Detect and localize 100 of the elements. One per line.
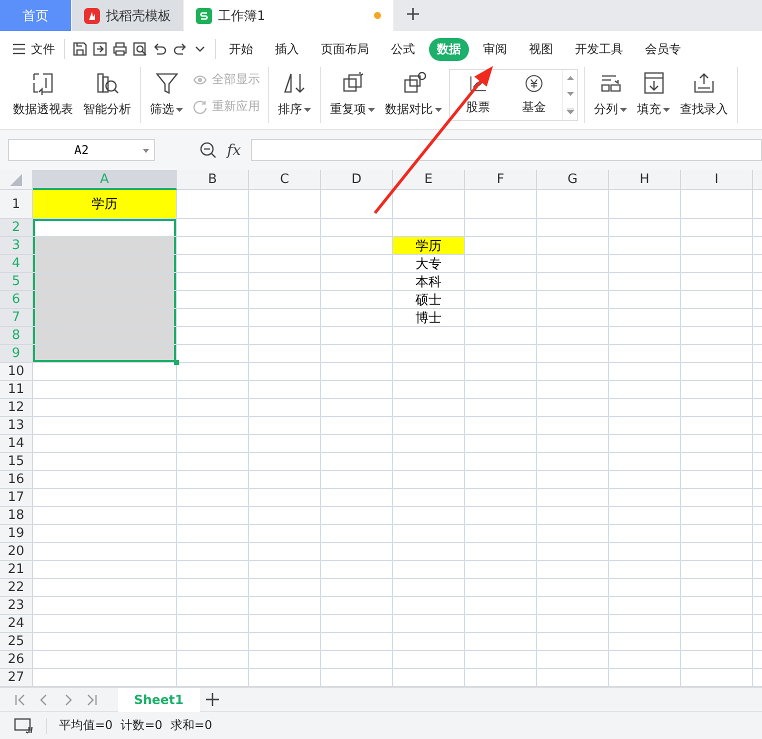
table-cell[interactable] [537,543,609,561]
table-cell[interactable] [681,309,753,327]
ribbon-tab[interactable]: 公式 [383,38,423,60]
table-cell[interactable]: 大专 [393,255,465,273]
table-cell[interactable] [609,327,681,345]
table-cell[interactable] [537,345,609,363]
table-cell[interactable] [177,561,249,579]
table-cell[interactable] [249,435,321,453]
table-cell[interactable] [609,633,681,651]
table-cell[interactable] [33,381,177,399]
table-cell[interactable] [249,255,321,273]
table-cell[interactable] [33,453,177,471]
table-cell[interactable] [321,309,393,327]
column-header[interactable]: D [321,170,393,190]
table-cell[interactable] [177,291,249,309]
table-cell[interactable] [33,579,177,597]
table-cell[interactable] [249,291,321,309]
table-cell[interactable] [681,273,753,291]
table-cell[interactable] [681,507,753,525]
table-cell[interactable] [177,525,249,543]
table-cell[interactable] [33,255,177,273]
table-cell[interactable] [393,190,465,219]
table-cell[interactable] [321,345,393,363]
ribbon-tab[interactable]: 审阅 [475,38,515,60]
table-cell[interactable] [537,597,609,615]
name-box[interactable]: A2 [8,139,155,161]
table-cell[interactable] [321,363,393,381]
table-cell[interactable] [537,399,609,417]
table-cell[interactable] [537,219,609,237]
row-header[interactable]: 17 [0,489,33,507]
table-cell[interactable] [609,309,681,327]
table-cell[interactable] [465,615,537,633]
table-cell[interactable] [33,597,177,615]
table-cell[interactable] [393,453,465,471]
row-header[interactable]: 19 [0,525,33,543]
row-header[interactable]: 20 [0,543,33,561]
table-cell[interactable] [321,543,393,561]
table-cell[interactable] [33,615,177,633]
table-cell[interactable] [177,471,249,489]
table-cell[interactable] [465,489,537,507]
table-cell[interactable] [321,615,393,633]
file-menu[interactable]: 文件 [8,38,59,60]
table-cell[interactable] [681,561,753,579]
tab[interactable]: 工作簿1 [184,0,394,31]
table-cell[interactable] [321,381,393,399]
select-all-corner[interactable] [0,170,33,190]
table-cell[interactable] [33,471,177,489]
table-cell[interactable] [609,507,681,525]
table-cell[interactable] [681,417,753,435]
table-cell[interactable] [321,579,393,597]
table-cell[interactable] [537,633,609,651]
row-header[interactable]: 12 [0,399,33,417]
column-header[interactable]: G [537,170,609,190]
table-cell[interactable] [321,327,393,345]
table-cell[interactable]: 博士 [393,309,465,327]
table-cell[interactable] [609,255,681,273]
table-cell[interactable] [537,273,609,291]
table-cell[interactable] [249,417,321,435]
table-cell[interactable] [321,435,393,453]
ribbon-tab[interactable]: 开发工具 [567,38,631,60]
table-cell[interactable] [249,273,321,291]
table-cell[interactable] [609,435,681,453]
table-cell[interactable] [393,525,465,543]
table-cell[interactable] [465,309,537,327]
table-cell[interactable] [177,453,249,471]
table-cell[interactable] [393,399,465,417]
table-cell[interactable] [249,219,321,237]
table-cell[interactable] [321,471,393,489]
table-cell[interactable] [681,435,753,453]
table-cell[interactable] [249,633,321,651]
row-header[interactable]: 14 [0,435,33,453]
table-cell[interactable] [609,417,681,435]
table-cell[interactable] [33,273,177,291]
table-cell[interactable] [393,615,465,633]
table-cell[interactable] [393,579,465,597]
table-cell[interactable] [249,345,321,363]
function-label[interactable]: fx [227,141,242,159]
table-cell[interactable] [393,543,465,561]
table-cell[interactable] [249,507,321,525]
table-cell[interactable] [249,561,321,579]
ribbon-button[interactable]: 数据对比 [382,67,445,123]
table-cell[interactable] [33,345,177,363]
table-cell[interactable] [537,435,609,453]
table-cell[interactable] [33,291,177,309]
table-cell[interactable] [681,291,753,309]
column-header[interactable]: C [249,170,321,190]
table-cell[interactable] [609,190,681,219]
table-cell[interactable] [609,489,681,507]
table-cell[interactable] [681,471,753,489]
table-cell[interactable] [609,453,681,471]
ribbon-tab[interactable]: 会员专 [637,38,689,60]
table-cell[interactable] [465,525,537,543]
table-cell[interactable] [465,363,537,381]
table-cell[interactable] [393,471,465,489]
table-cell[interactable] [393,561,465,579]
table-cell[interactable] [465,507,537,525]
table-cell[interactable]: 硕士 [393,291,465,309]
table-cell[interactable] [33,417,177,435]
table-cell[interactable] [681,255,753,273]
column-header[interactable] [753,170,762,190]
